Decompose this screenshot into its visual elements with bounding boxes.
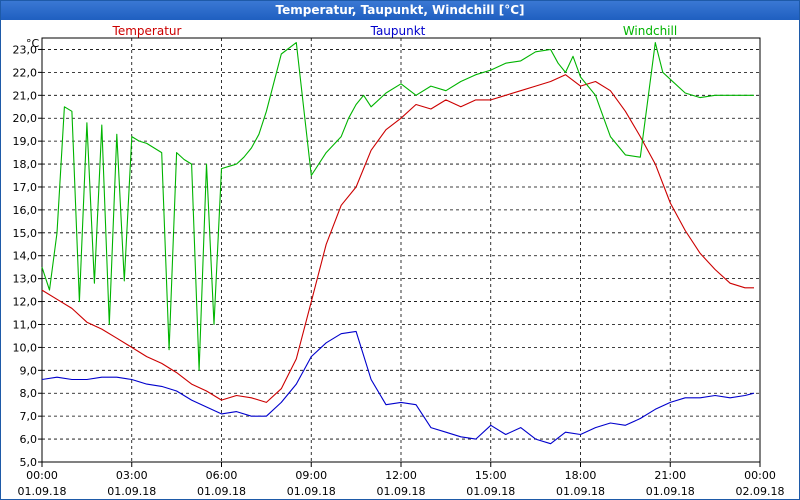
y-tick-label: 18,0 xyxy=(13,158,38,171)
x-tick-label-date: 01.09.18 xyxy=(646,485,695,498)
x-tick-label-time: 21:00 xyxy=(654,469,686,482)
x-tick-label-date: 01.09.18 xyxy=(556,485,605,498)
y-tick-label: 16,0 xyxy=(13,204,38,217)
x-tick-label-time: 09:00 xyxy=(295,469,327,482)
x-tick-label-date: 02.09.18 xyxy=(736,485,785,498)
grid xyxy=(42,38,760,462)
x-tick-label-date: 01.09.18 xyxy=(377,485,426,498)
y-tick-label: 17,0 xyxy=(13,181,38,194)
y-tick-label: 5,0 xyxy=(20,456,38,469)
x-tick-label-time: 00:00 xyxy=(744,469,776,482)
x-tick-label-date: 01.09.18 xyxy=(197,485,246,498)
line-chart: °C 5,06,07,08,09,010,011,012,013,014,015… xyxy=(13,24,785,498)
legend: Temperatur Taupunkt Windchill xyxy=(112,24,678,38)
x-tick-labels: 00:00 01.09.18 03:00 01.09.18 06:00 01.09.18 0… xyxy=(18,469,785,498)
y-tick-label: 13,0 xyxy=(13,273,38,286)
x-tick-label-date: 01.09.18 xyxy=(466,485,515,498)
x-tick-label-time: 00:00 xyxy=(26,469,58,482)
y-tick-label: 19,0 xyxy=(13,135,38,148)
y-tick-label: 14,0 xyxy=(13,250,38,263)
legend-entry-temperatur: Temperatur xyxy=(112,24,182,38)
y-tick-label: 21,0 xyxy=(13,89,38,102)
y-tick-label: 7,0 xyxy=(20,410,38,423)
x-tick-label-time: 18:00 xyxy=(565,469,597,482)
y-tick-label: 11,0 xyxy=(13,318,38,331)
y-tick-label: 20,0 xyxy=(13,112,38,125)
y-tick-label: 10,0 xyxy=(13,341,38,354)
y-tick-label: 6,0 xyxy=(20,433,38,446)
series-lines xyxy=(41,42,755,445)
legend-entry-windchill: Windchill xyxy=(623,24,677,38)
y-tick-label: 23,0 xyxy=(13,43,38,56)
x-tick-label-time: 06:00 xyxy=(206,469,238,482)
x-tick-label-date: 01.09.18 xyxy=(18,485,67,498)
y-tick-label: 22,0 xyxy=(13,66,38,79)
x-tick-label-date: 01.09.18 xyxy=(107,485,156,498)
series-line-windchill xyxy=(41,42,754,371)
x-tick-label-time: 12:00 xyxy=(385,469,417,482)
legend-entry-taupunkt: Taupunkt xyxy=(370,24,426,38)
y-tick-label: 8,0 xyxy=(20,387,38,400)
series-line-taupunkt xyxy=(41,330,755,445)
x-tick-label-time: 03:00 xyxy=(116,469,148,482)
y-tick-label: 15,0 xyxy=(13,227,38,240)
y-tick-label: 9,0 xyxy=(20,364,38,377)
series-line-temperatur xyxy=(41,74,754,403)
y-tick-labels: 5,0 6,0 7,0 8,0 9,0 10,0 11,0 12,0 13,0 14,0 15,0 1… xyxy=(13,43,38,469)
x-tick-label-date: 01.09.18 xyxy=(287,485,336,498)
x-tick-label-time: 15:00 xyxy=(475,469,507,482)
y-tick-label: 12,0 xyxy=(13,296,38,309)
